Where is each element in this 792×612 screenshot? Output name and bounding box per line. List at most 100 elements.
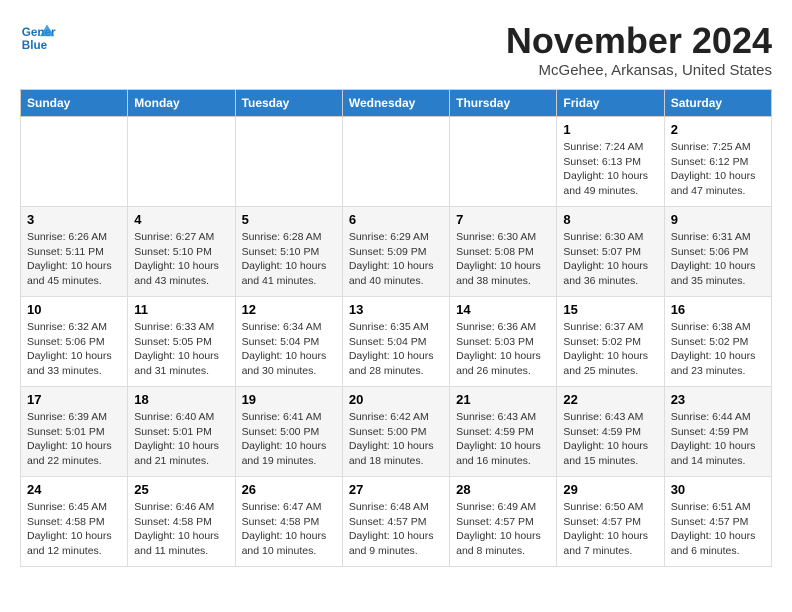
day-number: 5: [242, 212, 336, 227]
day-number: 11: [134, 302, 228, 317]
day-cell: 6Sunrise: 6:29 AMSunset: 5:09 PMDaylight…: [342, 207, 449, 297]
day-cell: [128, 117, 235, 207]
weekday-header-friday: Friday: [557, 90, 664, 117]
day-info: Sunrise: 6:51 AMSunset: 4:57 PMDaylight:…: [671, 500, 765, 559]
day-number: 2: [671, 122, 765, 137]
day-number: 4: [134, 212, 228, 227]
day-number: 14: [456, 302, 550, 317]
day-cell: 22Sunrise: 6:43 AMSunset: 4:59 PMDayligh…: [557, 387, 664, 477]
day-number: 13: [349, 302, 443, 317]
week-row-3: 10 Sunrise: 6:32 AMSunset: 5:06 PMDayligh…: [21, 297, 772, 387]
day-cell: 16 Sunrise: 6:38 AMSunset: 5:02 PMDayligh…: [664, 297, 771, 387]
day-cell: 27 Sunrise: 6:48 AMSunset: 4:57 PMDayligh…: [342, 477, 449, 567]
day-cell: 15 Sunrise: 6:37 AMSunset: 5:02 PMDayligh…: [557, 297, 664, 387]
title-area: November 2024 McGehee, Arkansas, United …: [506, 20, 772, 79]
day-cell: 12 Sunrise: 6:34 AMSunset: 5:04 PMDayligh…: [235, 297, 342, 387]
weekday-header-saturday: Saturday: [664, 90, 771, 117]
day-cell: 5 Sunrise: 6:28 AMSunset: 5:10 PMDaylight…: [235, 207, 342, 297]
weekday-header-sunday: Sunday: [21, 90, 128, 117]
day-info: Sunrise: 6:26 AMSunset: 5:11 PMDaylight:…: [27, 230, 121, 289]
day-info: Sunrise: 7:25 AMSunset: 6:12 PMDaylight:…: [671, 140, 765, 199]
day-info: Sunrise: 6:32 AMSunset: 5:06 PMDaylight:…: [27, 320, 121, 379]
day-info: Sunrise: 6:33 AMSunset: 5:05 PMDaylight:…: [134, 320, 228, 379]
day-number: 25: [134, 482, 228, 497]
day-cell: 23 Sunrise: 6:44 AMSunset: 4:59 PMDayligh…: [664, 387, 771, 477]
day-info: Sunrise: 6:34 AMSunset: 5:04 PMDaylight:…: [242, 320, 336, 379]
day-info: Sunrise: 6:43 AMSunset: 4:59 PMDaylight:…: [456, 410, 550, 469]
day-info: Sunrise: 6:42 AMSunset: 5:00 PMDaylight:…: [349, 410, 443, 469]
week-row-1: 1 Sunrise: 7:24 AMSunset: 6:13 PMDaylight…: [21, 117, 772, 207]
day-info: Sunrise: 6:28 AMSunset: 5:10 PMDaylight:…: [242, 230, 336, 289]
day-number: 7: [456, 212, 550, 227]
day-info: Sunrise: 6:50 AMSunset: 4:57 PMDaylight:…: [563, 500, 657, 559]
day-number: 22: [563, 392, 657, 407]
day-cell: 11 Sunrise: 6:33 AMSunset: 5:05 PMDayligh…: [128, 297, 235, 387]
day-cell: 28 Sunrise: 6:49 AMSunset: 4:57 PMDayligh…: [450, 477, 557, 567]
week-row-4: 17 Sunrise: 6:39 AMSunset: 5:01 PMDayligh…: [21, 387, 772, 477]
day-number: 10: [27, 302, 121, 317]
day-number: 27: [349, 482, 443, 497]
day-number: 9: [671, 212, 765, 227]
logo: General Blue: [20, 20, 56, 56]
svg-text:Blue: Blue: [22, 39, 48, 52]
day-number: 23: [671, 392, 765, 407]
location-title: McGehee, Arkansas, United States: [506, 62, 772, 79]
day-info: Sunrise: 6:31 AMSunset: 5:06 PMDaylight:…: [671, 230, 765, 289]
calendar-body: 1 Sunrise: 7:24 AMSunset: 6:13 PMDaylight…: [21, 117, 772, 567]
day-cell: [450, 117, 557, 207]
day-number: 26: [242, 482, 336, 497]
day-cell: 17 Sunrise: 6:39 AMSunset: 5:01 PMDayligh…: [21, 387, 128, 477]
logo-icon: General Blue: [20, 20, 56, 56]
day-info: Sunrise: 6:27 AMSunset: 5:10 PMDaylight:…: [134, 230, 228, 289]
day-info: Sunrise: 6:38 AMSunset: 5:02 PMDaylight:…: [671, 320, 765, 379]
day-number: 17: [27, 392, 121, 407]
weekday-header-monday: Monday: [128, 90, 235, 117]
day-info: Sunrise: 7:24 AMSunset: 6:13 PMDaylight:…: [563, 140, 657, 199]
weekday-header-wednesday: Wednesday: [342, 90, 449, 117]
day-info: Sunrise: 6:44 AMSunset: 4:59 PMDaylight:…: [671, 410, 765, 469]
day-info: Sunrise: 6:36 AMSunset: 5:03 PMDaylight:…: [456, 320, 550, 379]
day-cell: 1 Sunrise: 7:24 AMSunset: 6:13 PMDaylight…: [557, 117, 664, 207]
day-info: Sunrise: 6:41 AMSunset: 5:00 PMDaylight:…: [242, 410, 336, 469]
day-info: Sunrise: 6:47 AMSunset: 4:58 PMDaylight:…: [242, 500, 336, 559]
day-cell: [21, 117, 128, 207]
day-cell: 4 Sunrise: 6:27 AMSunset: 5:10 PMDaylight…: [128, 207, 235, 297]
day-cell: 20Sunrise: 6:42 AMSunset: 5:00 PMDayligh…: [342, 387, 449, 477]
day-info: Sunrise: 6:35 AMSunset: 5:04 PMDaylight:…: [349, 320, 443, 379]
day-cell: 29 Sunrise: 6:50 AMSunset: 4:57 PMDayligh…: [557, 477, 664, 567]
day-cell: 21Sunrise: 6:43 AMSunset: 4:59 PMDayligh…: [450, 387, 557, 477]
day-cell: 24 Sunrise: 6:45 AMSunset: 4:58 PMDayligh…: [21, 477, 128, 567]
day-number: 3: [27, 212, 121, 227]
calendar-table: SundayMondayTuesdayWednesdayThursdayFrid…: [20, 89, 772, 567]
day-info: Sunrise: 6:40 AMSunset: 5:01 PMDaylight:…: [134, 410, 228, 469]
day-number: 1: [563, 122, 657, 137]
day-cell: 3 Sunrise: 6:26 AMSunset: 5:11 PMDaylight…: [21, 207, 128, 297]
day-info: Sunrise: 6:49 AMSunset: 4:57 PMDaylight:…: [456, 500, 550, 559]
page-header: General Blue November 2024 McGehee, Arka…: [20, 20, 772, 79]
day-number: 18: [134, 392, 228, 407]
day-info: Sunrise: 6:37 AMSunset: 5:02 PMDaylight:…: [563, 320, 657, 379]
day-cell: 13 Sunrise: 6:35 AMSunset: 5:04 PMDayligh…: [342, 297, 449, 387]
day-cell: 10 Sunrise: 6:32 AMSunset: 5:06 PMDayligh…: [21, 297, 128, 387]
day-cell: 14 Sunrise: 6:36 AMSunset: 5:03 PMDayligh…: [450, 297, 557, 387]
day-info: Sunrise: 6:48 AMSunset: 4:57 PMDaylight:…: [349, 500, 443, 559]
day-number: 24: [27, 482, 121, 497]
day-cell: 18 Sunrise: 6:40 AMSunset: 5:01 PMDayligh…: [128, 387, 235, 477]
day-info: Sunrise: 6:46 AMSunset: 4:58 PMDaylight:…: [134, 500, 228, 559]
day-number: 16: [671, 302, 765, 317]
day-number: 28: [456, 482, 550, 497]
day-number: 29: [563, 482, 657, 497]
day-number: 15: [563, 302, 657, 317]
week-row-5: 24 Sunrise: 6:45 AMSunset: 4:58 PMDayligh…: [21, 477, 772, 567]
day-cell: 30 Sunrise: 6:51 AMSunset: 4:57 PMDayligh…: [664, 477, 771, 567]
day-cell: [235, 117, 342, 207]
week-row-2: 3 Sunrise: 6:26 AMSunset: 5:11 PMDaylight…: [21, 207, 772, 297]
day-cell: 9 Sunrise: 6:31 AMSunset: 5:06 PMDaylight…: [664, 207, 771, 297]
day-cell: 19Sunrise: 6:41 AMSunset: 5:00 PMDayligh…: [235, 387, 342, 477]
day-info: Sunrise: 6:45 AMSunset: 4:58 PMDaylight:…: [27, 500, 121, 559]
day-cell: 25 Sunrise: 6:46 AMSunset: 4:58 PMDayligh…: [128, 477, 235, 567]
day-info: Sunrise: 6:39 AMSunset: 5:01 PMDaylight:…: [27, 410, 121, 469]
day-number: 30: [671, 482, 765, 497]
month-title: November 2024: [506, 20, 772, 62]
day-number: 12: [242, 302, 336, 317]
